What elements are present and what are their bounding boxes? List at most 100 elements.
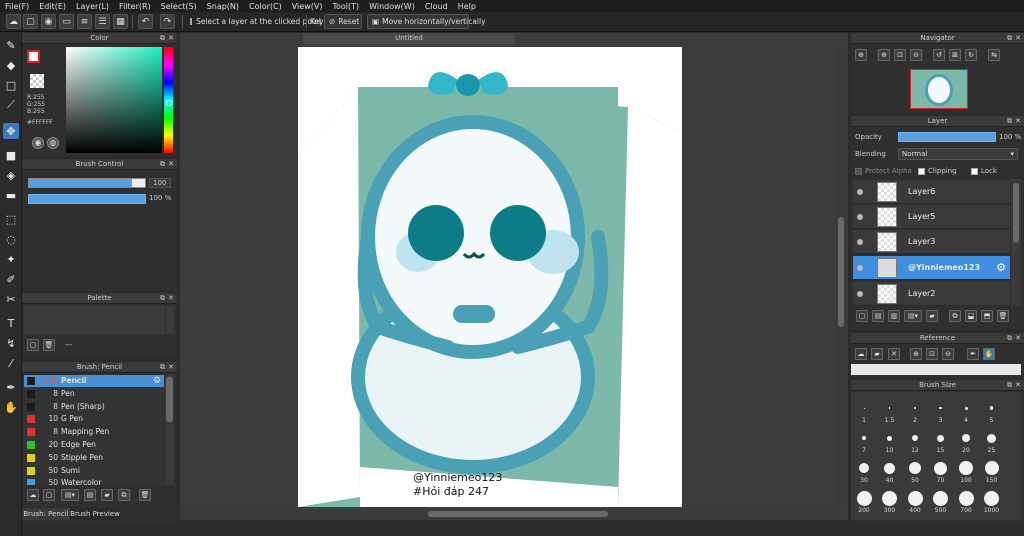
brush-size-dot[interactable] bbox=[884, 462, 895, 474]
brush-menu-icon[interactable]: ▤▾ bbox=[61, 489, 79, 501]
menu-item[interactable]: Help bbox=[453, 2, 481, 11]
open-folder-icon[interactable]: ▰ bbox=[871, 348, 883, 360]
close-icon[interactable]: ✕ bbox=[1015, 33, 1021, 44]
color-wheel-icon[interactable]: ◉ bbox=[32, 137, 44, 149]
zoom-in-2-icon[interactable]: ⊕ bbox=[878, 49, 890, 61]
brush-size-dot[interactable] bbox=[933, 490, 948, 506]
document-tab[interactable]: Untitled bbox=[303, 33, 515, 44]
brush-scrollbar[interactable] bbox=[165, 375, 174, 485]
detach-icon[interactable]: ⧉ bbox=[160, 159, 165, 170]
flip-icon[interactable]: ⇆ bbox=[988, 49, 1000, 61]
eye-icon[interactable] bbox=[857, 265, 863, 271]
brush-size-dot[interactable] bbox=[964, 406, 968, 410]
layer-row[interactable]: Layer2 bbox=[853, 282, 1010, 306]
fill-rect-tool-icon[interactable]: ■ bbox=[3, 147, 19, 163]
eraser-tool-icon[interactable]: ◆ bbox=[3, 57, 19, 73]
magic-wand-tool-icon[interactable]: ✦ bbox=[3, 251, 19, 267]
color-saturation-field[interactable] bbox=[66, 47, 162, 153]
horizontal-scrollbar[interactable] bbox=[180, 509, 835, 519]
add-brush-icon[interactable]: ▢ bbox=[43, 489, 55, 501]
undo-icon[interactable]: ↶ bbox=[138, 14, 153, 29]
brush-size-dot[interactable] bbox=[912, 435, 918, 441]
cloud-brush-icon[interactable]: ☁ bbox=[27, 489, 39, 501]
brush-list-item[interactable]: 100 Pencil ⚙ bbox=[24, 375, 164, 387]
brush-list-item[interactable]: 20 Edge Pen bbox=[24, 439, 164, 451]
brush-size-dot[interactable] bbox=[984, 461, 999, 475]
brush-size-dot[interactable] bbox=[907, 490, 923, 506]
chat-icon[interactable]: ▭ bbox=[59, 14, 74, 29]
hand-tool-icon[interactable]: ✋ bbox=[3, 399, 19, 415]
select-pen-tool-icon[interactable]: ✐ bbox=[3, 271, 19, 287]
hue-handle[interactable] bbox=[166, 100, 172, 106]
line-tool-icon[interactable]: ⟋ bbox=[3, 97, 19, 113]
gradient-tool-icon[interactable]: ▬ bbox=[3, 187, 19, 203]
lasso-tool-icon[interactable]: ◌ bbox=[3, 231, 19, 247]
select-eraser-tool-icon[interactable]: ✂ bbox=[3, 291, 19, 307]
new-file-icon[interactable]: ▢ bbox=[23, 14, 38, 29]
menu-item[interactable]: File(F) bbox=[0, 2, 34, 11]
zoom-out-icon[interactable]: ⊖ bbox=[910, 49, 922, 61]
menu-item[interactable]: Filter(R) bbox=[114, 2, 156, 11]
move-tool-icon[interactable]: ✥ bbox=[3, 123, 19, 139]
zoom-in-icon[interactable]: ⊕ bbox=[855, 49, 867, 61]
brush-size-dot[interactable] bbox=[934, 461, 947, 475]
fit-icon[interactable]: ⊡ bbox=[926, 348, 938, 360]
zoom-in-icon[interactable]: ⊕ bbox=[910, 348, 922, 360]
menu-item[interactable]: View(V) bbox=[287, 2, 328, 11]
brush-size-dot[interactable] bbox=[987, 433, 996, 443]
dropper-tool-icon[interactable]: ⁄ bbox=[3, 355, 19, 371]
eye-icon[interactable] bbox=[857, 214, 863, 220]
brush-list-item[interactable]: 8 Mapping Pen bbox=[24, 426, 164, 438]
detach-icon[interactable]: ⧉ bbox=[160, 293, 165, 304]
brush-size-value[interactable]: 100 bbox=[149, 178, 171, 188]
layer-row[interactable]: Layer3 bbox=[853, 230, 1010, 254]
folder-icon[interactable]: ▰ bbox=[101, 489, 113, 501]
foreground-color-swatch[interactable] bbox=[27, 50, 40, 63]
close-icon[interactable]: ✕ bbox=[1015, 380, 1021, 391]
lock-option[interactable]: Lock bbox=[971, 167, 997, 175]
clipping-option[interactable]: Clipping bbox=[918, 167, 957, 175]
bucket-tool-icon[interactable]: ◈ bbox=[3, 167, 19, 183]
brush-tool-icon[interactable]: ✎ bbox=[3, 37, 19, 53]
brush-size-dot[interactable] bbox=[959, 461, 973, 475]
delete-brush-icon[interactable]: 🗑 bbox=[139, 489, 151, 501]
rotate-right-icon[interactable]: ↻ bbox=[965, 49, 977, 61]
brush-size-dot[interactable] bbox=[937, 434, 944, 442]
reset-view-icon[interactable]: ⊠ bbox=[949, 49, 961, 61]
brush-size-dot[interactable] bbox=[862, 436, 866, 440]
menu-item[interactable]: Tool(T) bbox=[327, 2, 364, 11]
fit-icon[interactable]: ⊡ bbox=[894, 49, 906, 61]
brush-size-dot[interactable] bbox=[856, 490, 872, 506]
merge-layer-icon[interactable]: ⬓ bbox=[965, 310, 977, 322]
text-tool-icon[interactable]: T bbox=[3, 315, 19, 331]
select-tool-icon[interactable]: ⬚ bbox=[3, 211, 19, 227]
menu-item[interactable]: Snap(N) bbox=[202, 2, 244, 11]
copy-brush-icon[interactable]: ▤ bbox=[84, 489, 96, 501]
vertical-scrollbar[interactable] bbox=[836, 47, 846, 507]
brush-size-dot[interactable] bbox=[939, 406, 942, 410]
layer-row[interactable]: Layer6 bbox=[853, 180, 1010, 204]
brush-list-item[interactable]: 50 Watercolor bbox=[24, 477, 164, 485]
brush-size-dot[interactable] bbox=[863, 407, 865, 409]
eyedropper-tool-icon[interactable]: ✒ bbox=[3, 379, 19, 395]
eye-icon[interactable] bbox=[857, 239, 863, 245]
detach-icon[interactable]: ⧉ bbox=[1007, 333, 1012, 344]
close-icon[interactable]: ✕ bbox=[168, 293, 174, 304]
brush-size-dot[interactable] bbox=[909, 462, 921, 474]
close-icon[interactable]: ✕ bbox=[168, 362, 174, 373]
eyedropper-icon[interactable]: ✒ bbox=[967, 348, 979, 360]
rotate-left-icon[interactable]: ↺ bbox=[933, 49, 945, 61]
canvas-area[interactable]: Untitled @Yinniemeo123 #Hỏi đáp 247 bbox=[180, 33, 848, 520]
select-layer-option[interactable]: Select a layer at the clicked point bbox=[186, 14, 322, 29]
duplicate-icon[interactable]: ⧉ bbox=[118, 489, 130, 501]
delete-palette-icon[interactable]: 🗑 bbox=[43, 339, 55, 351]
close-icon[interactable]: ✕ bbox=[1015, 116, 1021, 127]
palette-scrollbar[interactable] bbox=[166, 306, 174, 334]
tab-brush-pencil[interactable]: Brush: Pencil bbox=[22, 508, 70, 520]
delete-layer-icon[interactable]: 🗑 bbox=[997, 310, 1009, 322]
move-mode-button[interactable]: ▣ Move horizontally/vertically bbox=[367, 14, 486, 29]
new-layer-3-icon[interactable]: ▥ bbox=[888, 310, 900, 322]
transparent-color-swatch[interactable] bbox=[30, 74, 44, 88]
layer-row-selected[interactable]: @Yinniemeo123 ⚙ bbox=[853, 256, 1010, 280]
gear-icon[interactable]: ⚙ bbox=[996, 261, 1006, 274]
